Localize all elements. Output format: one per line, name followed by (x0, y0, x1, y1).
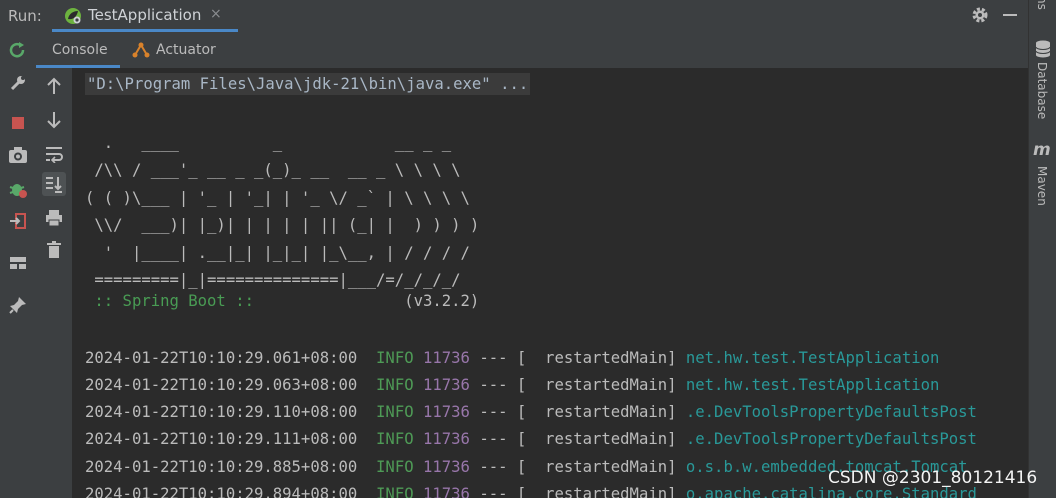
log-pid: 11736 (423, 376, 470, 394)
actuator-icon (132, 42, 150, 58)
spring-banner: . ____ _ __ _ _ /\\ / ___'_ __ _ _(_)_ _… (85, 130, 479, 294)
run-tab-test-application[interactable]: TestApplication × (52, 0, 238, 32)
print-icon[interactable] (42, 206, 66, 230)
log-line: 2024-01-22T10:10:29.110+08:00 INFO 11736… (85, 401, 977, 423)
banner-line: . ____ _ __ _ _ (85, 134, 452, 152)
log-pid: 11736 (423, 430, 470, 448)
tab-console-label: Console (52, 42, 108, 58)
banner-line: /\\ / ___'_ __ _ _(_)_ __ __ _ \ \ \ \ (85, 161, 461, 180)
tab-console[interactable]: Console (36, 32, 120, 68)
log-level: INFO (376, 485, 414, 498)
scroll-up-arrow-icon[interactable] (42, 74, 66, 98)
log-timestamp: 2024-01-22T10:10:29.894+08:00 (85, 485, 358, 498)
scroll-to-end-icon[interactable] (42, 172, 66, 196)
right-tool-strip: ns Database m Maven (1028, 0, 1056, 498)
log-timestamp: 2024-01-22T10:10:29.111+08:00 (85, 430, 358, 448)
log-pid: 11736 (423, 403, 470, 421)
console-output[interactable]: "D:\Program Files\Java\jdk-21\bin\java.e… (73, 68, 1028, 498)
log-logger[interactable]: .e.DevToolsPropertyDefaultsPost (686, 430, 977, 448)
console-tools-strip (36, 68, 73, 498)
run-toolbar: Run: TestApplication × (0, 0, 1028, 33)
close-tab-icon[interactable]: × (210, 6, 222, 22)
log-level: INFO (376, 349, 414, 367)
spring-boot-icon (65, 8, 81, 24)
trash-icon[interactable] (42, 238, 66, 262)
watermark: CSDN @2301_80121416 (828, 468, 1038, 488)
tab-actuator[interactable]: Actuator (128, 32, 228, 68)
run-actions-strip (0, 32, 37, 498)
run-label: Run: (8, 7, 42, 25)
log-thread: --- [ restartedMain] (469, 430, 686, 448)
log-logger[interactable]: net.hw.test.TestApplication (686, 376, 939, 394)
spring-boot-version-line: :: Spring Boot :: (v3.2.2) (85, 290, 479, 312)
spring-boot-version: (v3.2.2) (263, 292, 480, 310)
banner-line: ' |____| .__|_| |_|_| |_\__, | / / / / (85, 243, 470, 262)
log-pid: 11736 (423, 485, 470, 498)
log-line: 2024-01-22T10:10:29.063+08:00 INFO 11736… (85, 374, 939, 396)
debug-bug-icon[interactable] (7, 178, 29, 200)
tab-actuator-label: Actuator (156, 42, 216, 58)
log-logger[interactable]: net.hw.test.TestApplication (686, 349, 939, 367)
layout-icon[interactable] (7, 252, 29, 274)
command-line: "D:\Program Files\Java\jdk-21\bin\java.e… (85, 73, 531, 95)
banner-line: ( ( )\___ | '_ | '_| | '_ \/ _` | \ \ \ … (85, 188, 470, 207)
camera-icon[interactable] (7, 144, 29, 166)
database-icon (1035, 40, 1051, 58)
log-level: INFO (376, 376, 414, 394)
log-timestamp: 2024-01-22T10:10:29.063+08:00 (85, 376, 358, 394)
spring-boot-label: :: Spring Boot :: (85, 292, 264, 310)
log-timestamp: 2024-01-22T10:10:29.061+08:00 (85, 349, 358, 367)
wrench-icon[interactable] (7, 72, 29, 94)
log-thread: --- [ restartedMain] (469, 403, 686, 421)
log-thread: --- [ restartedMain] (469, 349, 686, 367)
exit-icon[interactable] (7, 210, 29, 232)
log-timestamp: 2024-01-22T10:10:29.885+08:00 (85, 458, 358, 476)
log-timestamp: 2024-01-22T10:10:29.110+08:00 (85, 403, 358, 421)
log-thread: --- [ restartedMain] (469, 458, 686, 476)
log-pid: 11736 (423, 458, 470, 476)
log-thread: --- [ restartedMain] (469, 485, 686, 498)
maven-tool-button[interactable]: Maven (1035, 166, 1049, 206)
stop-icon[interactable] (7, 112, 29, 134)
pin-icon[interactable] (7, 294, 29, 316)
log-line: 2024-01-22T10:10:29.111+08:00 INFO 11736… (85, 428, 977, 450)
log-line: 2024-01-22T10:10:29.061+08:00 INFO 11736… (85, 347, 939, 369)
rerun-icon[interactable] (7, 40, 29, 62)
banner-line: \\/ ___)| |_)| | | | | || (_| | ) ) ) ) (85, 216, 480, 235)
log-pid: 11736 (423, 349, 470, 367)
scroll-down-arrow-icon[interactable] (42, 108, 66, 132)
log-level: INFO (376, 403, 414, 421)
log-level: INFO (376, 458, 414, 476)
banner-line: =========|_|==============|___/=/_/_/_/ (85, 271, 461, 290)
minimize-icon[interactable] (1003, 14, 1017, 16)
console-tab-bar: Console Actuator (36, 32, 1028, 69)
database-tool-button[interactable]: Database (1035, 62, 1049, 119)
maven-icon: m (1033, 140, 1051, 160)
log-thread: --- [ restartedMain] (469, 376, 686, 394)
gear-icon[interactable] (970, 5, 990, 25)
run-tab-title: TestApplication (88, 6, 202, 24)
log-level: INFO (376, 430, 414, 448)
log-logger[interactable]: .e.DevToolsPropertyDefaultsPost (686, 403, 977, 421)
soft-wrap-icon[interactable] (42, 142, 66, 166)
tool-window-fragment[interactable]: ns (1035, 0, 1049, 10)
